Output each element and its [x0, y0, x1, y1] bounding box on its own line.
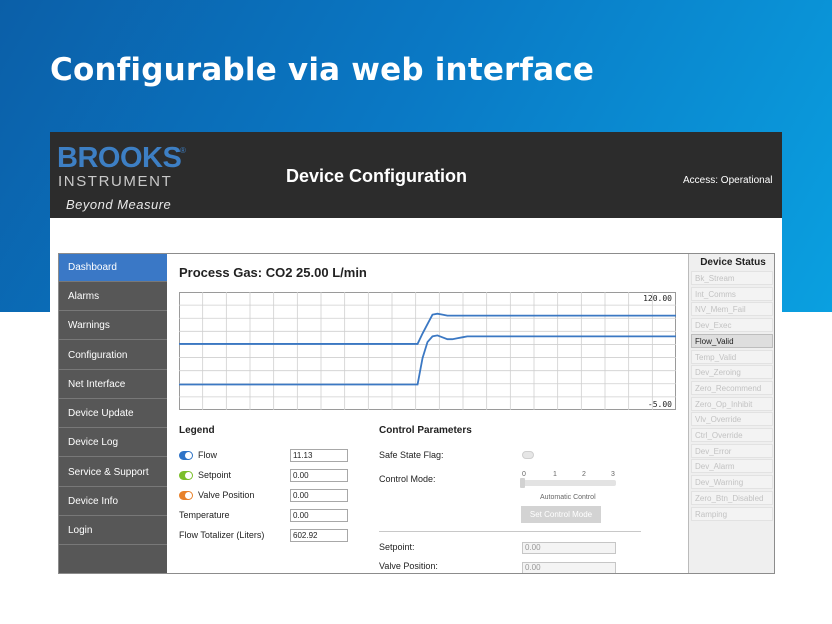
status-item-dev-error: Dev_Error: [691, 443, 773, 458]
slider-tick-1: 1: [553, 471, 557, 478]
main-content: Process Gas: CO2 25.00 L/min 120.00 -5.0…: [168, 254, 688, 573]
safe-state-label: Safe State Flag:: [379, 450, 444, 460]
control-parameters-heading: Control Parameters: [379, 425, 472, 436]
safe-state-toggle[interactable]: [522, 451, 534, 459]
status-item-ramping: Ramping: [691, 506, 773, 521]
registered-mark: ®: [180, 146, 186, 155]
status-item-ctrl-override: Ctrl_Override: [691, 428, 773, 442]
device-status-heading: Device Status: [700, 257, 766, 268]
status-item-zero-btn-disabled: Zero_Btn_Disabled: [691, 490, 773, 505]
legend-heading: Legend: [179, 425, 215, 436]
flow-toggle-icon[interactable]: [179, 451, 193, 460]
status-item-dev-zeroing: Dev_Zeroing: [691, 365, 773, 380]
legend-label-setpoint: Setpoint: [198, 470, 232, 480]
legend-label-totalizer: Flow Totalizer (Liters): [179, 530, 265, 540]
setpoint-readonly-field[interactable]: 0.00: [522, 542, 616, 554]
status-item-dev-exec: Dev_Exec: [691, 318, 773, 333]
sidebar-item-device-update[interactable]: Device Update: [59, 400, 167, 428]
y-min-label: -5.00: [648, 400, 672, 409]
setpoint-value-field[interactable]: 0.00: [290, 469, 348, 482]
status-item-zero-recommend: Zero_Recommend: [691, 380, 773, 395]
control-mode-slider-handle[interactable]: [520, 478, 525, 488]
slider-tick-0: 0: [522, 471, 526, 478]
sidebar-item-service-support[interactable]: Service & Support: [59, 459, 167, 487]
brand-tagline: Beyond Measure: [66, 197, 172, 212]
status-item-dev-alarm: Dev_Alarm: [691, 459, 773, 474]
sidebar-item-warnings[interactable]: Warnings: [59, 312, 167, 340]
legend-row-flow: Flow 11.13: [179, 449, 349, 463]
status-item-dev-warning: Dev_Warning: [691, 475, 773, 490]
control-mode-name: Automatic Control: [540, 494, 596, 501]
y-max-label: 120.00: [643, 294, 672, 303]
valve-position-readonly-field[interactable]: 0.00: [522, 562, 616, 573]
valve-toggle-icon[interactable]: [179, 491, 193, 500]
sidebar-item-net-interface[interactable]: Net Interface: [59, 371, 167, 399]
sidebar-item-alarms[interactable]: Alarms: [59, 283, 167, 311]
status-item-vlv-override: Vlv_Override: [691, 412, 773, 427]
brand-logo: BROOKS: [57, 142, 182, 174]
legend-label-flow: Flow: [198, 450, 218, 460]
flow-trend-chart: 120.00 -5.00: [179, 292, 676, 410]
legend-label-valve: Valve Position: [198, 490, 255, 500]
divider: [379, 531, 641, 532]
sidebar-item-dashboard[interactable]: Dashboard: [59, 254, 167, 282]
process-gas-title: Process Gas: CO2 25.00 L/min: [179, 265, 367, 280]
status-item-nv-mem-fail: NV_Mem_Fail: [691, 302, 773, 317]
legend-label-temperature: Temperature: [179, 510, 230, 520]
dashboard-frame: Dashboard Alarms Warnings Configuration …: [58, 253, 775, 574]
legend-row-valve: Valve Position 0.00: [179, 489, 349, 503]
sidebar-item-configuration[interactable]: Configuration: [59, 342, 167, 370]
slider-tick-2: 2: [582, 471, 586, 478]
valve-value-field[interactable]: 0.00: [290, 489, 348, 502]
device-status-panel: Device Status Bk_Stream Int_Comms NV_Mem_F…: [688, 254, 774, 573]
status-item-flow-valid: Flow_Valid: [691, 333, 773, 348]
chart-grid: [179, 292, 676, 410]
setpoint-toggle-icon[interactable]: [179, 471, 193, 480]
banner-title: Configurable via web interface: [50, 52, 595, 88]
legend-row-temperature: Temperature 0.00: [179, 509, 349, 523]
page-title: Device Configuration: [286, 166, 468, 186]
status-item-bk-stream: Bk_Stream: [691, 271, 773, 285]
brand-subtitle: INSTRUMENT: [58, 173, 173, 190]
web-ui-screenshot: BROOKS ® INSTRUMENT Beyond Measure Devic…: [50, 132, 782, 580]
sidebar-item-device-info[interactable]: Device Info: [59, 488, 167, 516]
control-mode-label: Control Mode:: [379, 474, 436, 484]
access-level: Access: Operational: [683, 175, 773, 186]
totalizer-value-field[interactable]: 602.92: [290, 529, 348, 542]
status-item-zero-op-inhibit: Zero_Op_Inhibit: [691, 396, 773, 411]
temperature-value-field[interactable]: 0.00: [290, 509, 348, 522]
legend-row-totalizer: Flow Totalizer (Liters) 602.92: [179, 529, 349, 543]
sidebar-item-device-log[interactable]: Device Log: [59, 429, 167, 457]
set-control-mode-button[interactable]: Set Control Mode: [521, 506, 601, 523]
status-item-temp-valid: Temp_Valid: [691, 349, 773, 364]
slider-tick-3: 3: [611, 471, 615, 478]
control-mode-slider[interactable]: [522, 480, 616, 486]
flow-value-field[interactable]: 11.13: [290, 449, 348, 462]
sidebar-nav: Dashboard Alarms Warnings Configuration …: [59, 254, 167, 573]
sidebar-item-login[interactable]: Login: [59, 517, 167, 545]
valve-position-label: Valve Position:: [379, 561, 438, 571]
app-header: BROOKS ® INSTRUMENT Beyond Measure Devic…: [50, 132, 782, 218]
status-item-int-comms: Int_Comms: [691, 286, 773, 301]
setpoint-label: Setpoint:: [379, 542, 415, 552]
legend-row-setpoint: Setpoint 0.00: [179, 469, 349, 483]
